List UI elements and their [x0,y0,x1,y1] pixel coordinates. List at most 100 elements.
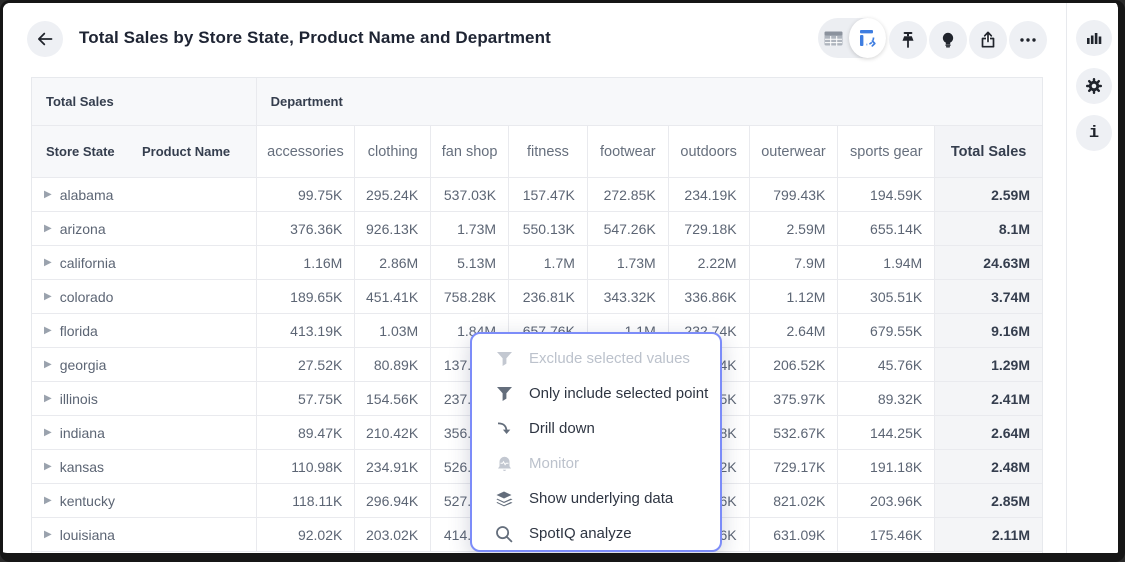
cell-arizona-clothing[interactable]: 926.13K [354,212,430,246]
cell-florida-outerwear[interactable]: 2.64M [749,314,838,348]
cell-florida-accessories[interactable]: 413.19K [256,314,355,348]
cell-colorado-accessories[interactable]: 189.65K [256,280,355,314]
cell-kansas-outerwear[interactable]: 729.17K [749,450,838,484]
cell-colorado-fitness[interactable]: 236.81K [508,280,587,314]
cell-california-total-sales[interactable]: 24.63M [934,246,1042,280]
store-state-value[interactable]: alabama [60,187,114,203]
cell-california-outdoors[interactable]: 2.22M [668,246,749,280]
column-header-outdoors[interactable]: outdoors [668,126,749,178]
cell-alabama-accessories[interactable]: 99.75K [256,178,355,212]
column-header-fitness[interactable]: fitness [508,126,587,178]
cell-alabama-outdoors[interactable]: 234.19K [668,178,749,212]
store-state-value[interactable]: florida [60,323,98,339]
store-state-value[interactable]: indiana [60,425,105,441]
expand-row-icon[interactable]: ▶ [44,393,52,404]
expand-row-icon[interactable]: ▶ [44,325,52,336]
expand-row-icon[interactable]: ▶ [44,461,52,472]
cell-colorado-clothing[interactable]: 451.41K [354,280,430,314]
menu-item-drill-down[interactable]: Drill down [472,411,720,446]
expand-row-icon[interactable]: ▶ [44,257,52,268]
cell-california-outerwear[interactable]: 7.9M [749,246,838,280]
change-visualization-button[interactable] [849,18,886,58]
cell-kentucky-sports-gear[interactable]: 203.96K [837,484,934,518]
cell-florida-clothing[interactable]: 1.03M [354,314,430,348]
store-state-value[interactable]: california [60,255,116,271]
table-view-button[interactable] [818,18,849,58]
cell-alabama-outerwear[interactable]: 799.43K [749,178,838,212]
cell-alabama-sports-gear[interactable]: 194.59K [837,178,934,212]
cell-kentucky-clothing[interactable]: 296.94K [354,484,430,518]
expand-row-icon[interactable]: ▶ [44,495,52,506]
cell-alabama-footwear[interactable]: 272.85K [587,178,668,212]
insights-bulb-button[interactable] [929,21,967,59]
cell-arizona-fitness[interactable]: 550.13K [508,212,587,246]
cell-alabama-fitness[interactable]: 157.47K [508,178,587,212]
cell-kentucky-outerwear[interactable]: 821.02K [749,484,838,518]
store-state-value[interactable]: louisiana [60,527,115,543]
store-state-value[interactable]: kansas [60,459,104,475]
cell-california-fitness[interactable]: 1.7M [508,246,587,280]
store-state-value[interactable]: kentucky [60,493,115,509]
cell-arizona-sports-gear[interactable]: 655.14K [837,212,934,246]
cell-kentucky-total-sales[interactable]: 2.85M [934,484,1042,518]
cell-kentucky-accessories[interactable]: 118.11K [256,484,355,518]
cell-louisiana-sports-gear[interactable]: 175.46K [837,518,934,552]
cell-california-sports-gear[interactable]: 1.94M [837,246,934,280]
cell-arizona-outdoors[interactable]: 729.18K [668,212,749,246]
expand-row-icon[interactable]: ▶ [44,223,52,234]
cell-colorado-footwear[interactable]: 343.32K [587,280,668,314]
cell-louisiana-outerwear[interactable]: 631.09K [749,518,838,552]
cell-louisiana-clothing[interactable]: 203.02K [354,518,430,552]
cell-indiana-sports-gear[interactable]: 144.25K [837,416,934,450]
expand-row-icon[interactable]: ▶ [44,291,52,302]
cell-indiana-accessories[interactable]: 89.47K [256,416,355,450]
cell-louisiana-total-sales[interactable]: 2.11M [934,518,1042,552]
cell-arizona-footwear[interactable]: 547.26K [587,212,668,246]
menu-item-spotiq-analyze[interactable]: SpotIQ analyze [472,516,720,551]
cell-kansas-sports-gear[interactable]: 191.18K [837,450,934,484]
cell-california-clothing[interactable]: 2.86M [354,246,430,280]
cell-illinois-clothing[interactable]: 154.56K [354,382,430,416]
cell-georgia-total-sales[interactable]: 1.29M [934,348,1042,382]
cell-illinois-outerwear[interactable]: 375.97K [749,382,838,416]
cell-louisiana-accessories[interactable]: 92.02K [256,518,355,552]
column-header-clothing[interactable]: clothing [354,126,430,178]
chart-config-button[interactable] [1076,20,1112,56]
cell-colorado-sports-gear[interactable]: 305.51K [837,280,934,314]
store-state-value[interactable]: colorado [60,289,114,305]
expand-row-icon[interactable]: ▶ [44,359,52,370]
cell-colorado-outdoors[interactable]: 336.86K [668,280,749,314]
expand-row-icon[interactable]: ▶ [44,427,52,438]
expand-row-icon[interactable]: ▶ [44,529,52,540]
cell-illinois-accessories[interactable]: 57.75K [256,382,355,416]
cell-california-accessories[interactable]: 1.16M [256,246,355,280]
cell-arizona-accessories[interactable]: 376.36K [256,212,355,246]
cell-alabama-clothing[interactable]: 295.24K [354,178,430,212]
store-state-value[interactable]: arizona [60,221,106,237]
cell-florida-total-sales[interactable]: 9.16M [934,314,1042,348]
cell-indiana-outerwear[interactable]: 532.67K [749,416,838,450]
cell-georgia-clothing[interactable]: 80.89K [354,348,430,382]
cell-california-footwear[interactable]: 1.73M [587,246,668,280]
expand-row-icon[interactable]: ▶ [44,189,52,200]
share-button[interactable] [969,21,1007,59]
column-header-footwear[interactable]: footwear [587,126,668,178]
cell-georgia-sports-gear[interactable]: 45.76K [837,348,934,382]
settings-button[interactable] [1076,68,1112,104]
more-options-button[interactable] [1009,21,1047,59]
cell-california-fan-shop[interactable]: 5.13M [430,246,508,280]
cell-kansas-clothing[interactable]: 234.91K [354,450,430,484]
cell-georgia-accessories[interactable]: 27.52K [256,348,355,382]
cell-florida-sports-gear[interactable]: 679.55K [837,314,934,348]
column-header-sports-gear[interactable]: sports gear [837,126,934,178]
cell-kansas-total-sales[interactable]: 2.48M [934,450,1042,484]
store-state-value[interactable]: illinois [60,391,98,407]
cell-arizona-total-sales[interactable]: 8.1M [934,212,1042,246]
cell-illinois-sports-gear[interactable]: 89.32K [837,382,934,416]
cell-arizona-outerwear[interactable]: 2.59M [749,212,838,246]
cell-kansas-accessories[interactable]: 110.98K [256,450,355,484]
store-state-value[interactable]: georgia [60,357,107,373]
cell-arizona-fan-shop[interactable]: 1.73M [430,212,508,246]
cell-indiana-clothing[interactable]: 210.42K [354,416,430,450]
pin-button[interactable] [889,21,927,59]
